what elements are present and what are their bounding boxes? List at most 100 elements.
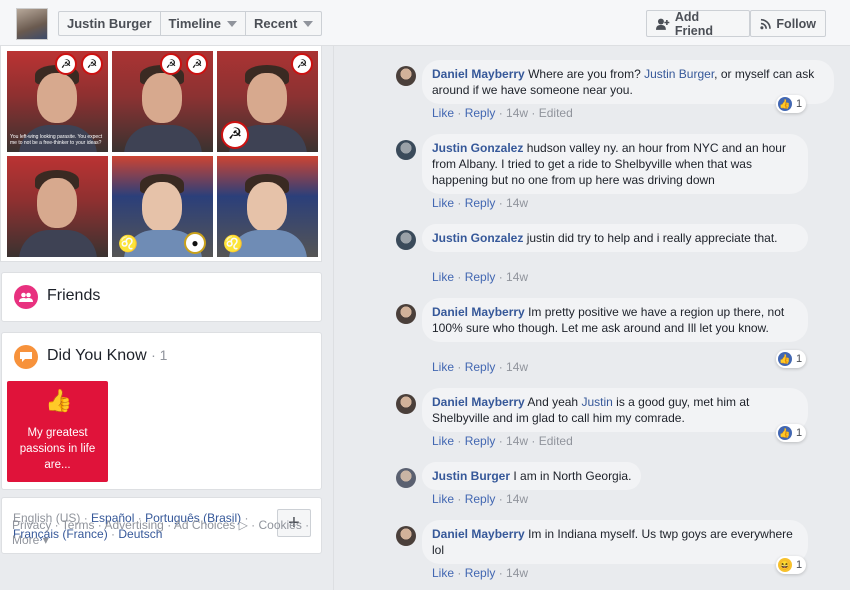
like-link[interactable]: Like [432,566,454,580]
footer-link-advertising[interactable]: Advertising [104,518,163,532]
add-friend-button[interactable]: Add Friend [646,9,750,38]
recent-dropdown[interactable]: Recent [246,12,321,35]
like-link[interactable]: Like [432,270,454,284]
like-link[interactable]: Like [432,106,454,120]
comment-author[interactable]: Daniel Mayberry [432,527,525,541]
photo-thumbnail[interactable]: ☭ ☭ [217,51,318,152]
comment-text: Where are you from? [528,67,641,81]
rss-icon [760,18,771,29]
did-you-know-card[interactable]: 👍 My greatest passions in life are... [7,381,108,482]
commenter-avatar[interactable] [396,140,416,160]
friends-icon [14,285,38,309]
commenter-avatar[interactable] [396,230,416,250]
anti-communist-badge-icon: ☭ [186,53,208,75]
like-link[interactable]: Like [432,360,454,374]
add-friend-label: Add Friend [674,9,714,38]
commenter-avatar[interactable] [396,526,416,546]
like-reaction-icon: 👍 [778,426,792,440]
like-link[interactable]: Like [432,492,454,506]
reaction-summary[interactable]: 😆 1 [776,556,807,574]
photo-thumbnail[interactable]: ♌ ● [112,156,213,257]
comment-bubble: Daniel Mayberry And yeah Justin is a goo… [422,388,808,432]
reply-link[interactable]: Reply [465,270,496,284]
edited-label[interactable]: Edited [539,434,573,448]
comment-timestamp[interactable]: 14w [506,360,528,374]
reaction-count: 1 [796,353,803,365]
commenter-avatar[interactable] [396,304,416,324]
comment-text: justin did try to help and i really appr… [526,231,778,245]
commenter-avatar[interactable] [396,394,416,414]
comment-author[interactable]: Daniel Mayberry [432,67,525,81]
anti-communist-badge-icon: ☭ [221,121,249,149]
lion-emblem-icon: ♌ [223,236,243,253]
comment-timestamp[interactable]: 14w [506,196,528,210]
reply-link[interactable]: Reply [465,566,496,580]
footer-link-privacy[interactable]: Privacy [12,518,51,532]
photo-thumbnail[interactable]: ☭ ☭ [112,51,213,152]
comment-actions: Like · Reply · 14w [432,360,529,374]
comment-author[interactable]: Justin Gonzalez [432,141,523,155]
lion-emblem-icon: ♌ [118,236,138,253]
recent-label: Recent [254,16,298,31]
like-link[interactable]: Like [432,196,454,210]
comment-author[interactable]: Justin Burger [432,469,510,483]
anti-communist-badge-icon: ☭ [55,53,77,75]
comment-timestamp[interactable]: 14w [506,434,528,448]
reply-link[interactable]: Reply [465,360,496,374]
comment-author[interactable]: Daniel Mayberry [432,395,525,409]
comment-timestamp[interactable]: 14w [506,566,528,580]
speech-bubble-icon [14,345,38,369]
comment-author[interactable]: Justin Gonzalez [432,231,523,245]
profile-header: Justin Burger Timeline Recent Add Friend… [0,0,850,46]
breadcrumb-profile-name[interactable]: Justin Burger [59,12,161,35]
edited-label[interactable]: Edited [539,106,573,120]
comment-actions: Like · Reply · 14w [432,492,529,506]
friends-title: Friends [47,287,101,304]
reaction-count: 1 [796,427,803,439]
reaction-summary[interactable]: 👍 1 [776,424,807,442]
reply-link[interactable]: Reply [465,106,496,120]
reply-link[interactable]: Reply [465,196,496,210]
profile-avatar[interactable] [16,8,48,40]
commenter-avatar[interactable] [396,66,416,86]
comment-timestamp[interactable]: 14w [506,106,528,120]
comment-bubble: Daniel Mayberry Where are you from? Just… [422,60,834,104]
footer-link-cookies[interactable]: Cookies [258,518,301,532]
anti-communist-badge-icon: ☭ [291,53,313,75]
reaction-count: 1 [796,559,803,571]
like-link[interactable]: Like [432,434,454,448]
chevron-down-icon: ▾ [42,533,49,547]
comment-actions: Like · Reply · 14w · Edited [432,106,573,120]
comment-actions: Like · Reply · 14w [432,196,529,210]
comment-timestamp[interactable]: 14w [506,492,528,506]
follow-button[interactable]: Follow [750,10,826,37]
reaction-summary[interactable]: 👍 1 [776,350,807,368]
comment-mention[interactable]: Justin Burger [644,67,714,81]
comment-actions: Like · Reply · 14w · Edited [432,434,573,448]
commenter-avatar[interactable] [396,468,416,488]
comment-mention[interactable]: Justin [581,395,612,409]
reply-link[interactable]: Reply [465,434,496,448]
did-you-know-section: Did You Know · 1 👍 My greatest passions … [1,332,322,490]
reaction-summary[interactable]: 👍 1 [776,95,807,113]
photo-thumbnail[interactable]: ♌ [217,156,318,257]
haha-reaction-icon: 😆 [778,558,792,572]
photo-thumbnail[interactable] [7,156,108,257]
timeline-dropdown[interactable]: Timeline [161,12,247,35]
left-column: ☭ ☭ You left-wing looking parasite. You … [0,46,333,590]
ad-choices-icon: ▷ [235,518,248,532]
reaction-count: 1 [796,98,803,110]
thumbs-up-icon: 👍 [45,388,73,413]
friends-section[interactable]: Friends [1,272,322,322]
profile-name-label: Justin Burger [67,16,152,31]
footer-link-more[interactable]: More [12,533,39,547]
footer-link-terms[interactable]: Terms [62,518,95,532]
comment-timestamp[interactable]: 14w [506,270,528,284]
footer-link-ad-choices[interactable]: Ad Choices [174,518,235,532]
reply-link[interactable]: Reply [465,492,496,506]
comment-author[interactable]: Daniel Mayberry [432,305,525,319]
photo-thumbnail[interactable]: ☭ ☭ You left-wing looking parasite. You … [7,51,108,152]
emblem-badge-icon: ● [184,232,206,254]
follow-label: Follow [776,16,816,31]
comment-text: I am in North Georgia. [513,469,632,483]
